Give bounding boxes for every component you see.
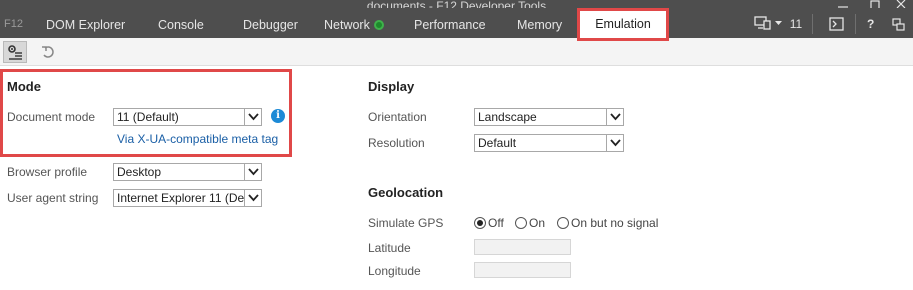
chevron-down-icon (244, 164, 261, 180)
latitude-label: Latitude (368, 241, 411, 255)
chevron-down-icon (244, 109, 261, 125)
separator (855, 14, 856, 34)
chevron-down-icon (606, 109, 623, 125)
f12-label: F12 (4, 18, 23, 30)
user-agent-label: User agent string (7, 191, 99, 205)
user-agent-select[interactable]: Internet Explorer 11 (Default) (113, 189, 262, 207)
settings-icon (8, 45, 22, 60)
close-window-button[interactable] (896, 0, 907, 11)
chevron-down-icon (606, 135, 623, 151)
latitude-input[interactable] (474, 239, 571, 255)
mode-section-title: Mode (7, 79, 41, 94)
tab-performance[interactable]: Performance (414, 18, 486, 32)
user-agent-value: Internet Explorer 11 (Default) (117, 191, 262, 205)
console-icon (829, 17, 844, 31)
undo-icon (42, 46, 54, 58)
ie-version-label: 11 (789, 17, 803, 31)
tab-debugger[interactable]: Debugger (243, 18, 298, 32)
simulate-gps-label: Simulate GPS (368, 216, 444, 230)
browser-profile-value: Desktop (117, 165, 162, 179)
info-icon[interactable]: i (271, 109, 285, 123)
resolution-select[interactable]: Default (474, 134, 624, 152)
orientation-label: Orientation (368, 110, 427, 124)
orientation-select[interactable]: Landscape (474, 108, 624, 126)
gps-radio-on-label: On (529, 216, 546, 230)
separator (812, 14, 813, 34)
gps-radio-off[interactable]: Off (474, 216, 504, 230)
close-icon (896, 0, 906, 9)
gps-radio-off-label: Off (488, 216, 504, 230)
tab-dom-explorer[interactable]: DOM Explorer (46, 18, 125, 32)
document-mode-select[interactable]: 11 (Default) (113, 108, 262, 126)
chevron-down-icon (244, 190, 261, 206)
undock-button[interactable] (892, 18, 906, 35)
resolution-label: Resolution (368, 136, 425, 150)
browser-profile-label: Browser profile (7, 165, 88, 179)
browser-profile-select[interactable]: Desktop (113, 163, 262, 181)
settings-toggle-button[interactable] (3, 41, 27, 63)
emulation-version-button[interactable]: 11 (754, 16, 802, 31)
longitude-input[interactable] (474, 262, 571, 278)
network-recording-icon (373, 20, 384, 30)
restore-button[interactable] (870, 0, 881, 11)
tab-memory[interactable]: Memory (517, 18, 562, 32)
tab-emulation[interactable]: Emulation (577, 8, 669, 41)
radio-selected-icon (474, 217, 486, 229)
console-toggle-button[interactable] (829, 17, 845, 35)
radio-unselected-icon (515, 217, 527, 229)
chevron-down-icon (775, 21, 783, 25)
longitude-label: Longitude (368, 264, 421, 278)
geolocation-section-title: Geolocation (368, 185, 444, 200)
device-icon (754, 16, 771, 30)
document-mode-label: Document mode (7, 110, 96, 124)
orientation-value: Landscape (478, 110, 537, 124)
tab-network-label: Network (324, 18, 370, 32)
reset-button[interactable] (36, 41, 60, 63)
tab-console[interactable]: Console (158, 18, 204, 32)
gps-radio-on[interactable]: On (515, 216, 545, 230)
document-mode-value: 11 (Default) (117, 110, 179, 124)
toolbar (0, 38, 913, 66)
resolution-value: Default (478, 136, 517, 150)
undock-icon (892, 18, 905, 31)
gps-radio-no-signal[interactable]: On but no signal (557, 216, 658, 230)
minimize-button[interactable] (838, 0, 849, 13)
gps-radio-no-signal-label: On but no signal (571, 216, 659, 230)
window-title: documents - F12 Developer Tools (366, 0, 547, 8)
x-ua-compatible-link[interactable]: Via X-UA-compatible meta tag (117, 132, 278, 146)
minimize-icon (838, 6, 848, 8)
devtools-tab-bar: documents - F12 Developer Tools F12 DOM … (0, 0, 913, 38)
radio-unselected-icon (557, 217, 569, 229)
restore-icon (870, 0, 880, 10)
display-section-title: Display (368, 79, 415, 94)
tab-network[interactable]: Network (324, 18, 384, 32)
help-button[interactable]: ? (867, 17, 874, 31)
